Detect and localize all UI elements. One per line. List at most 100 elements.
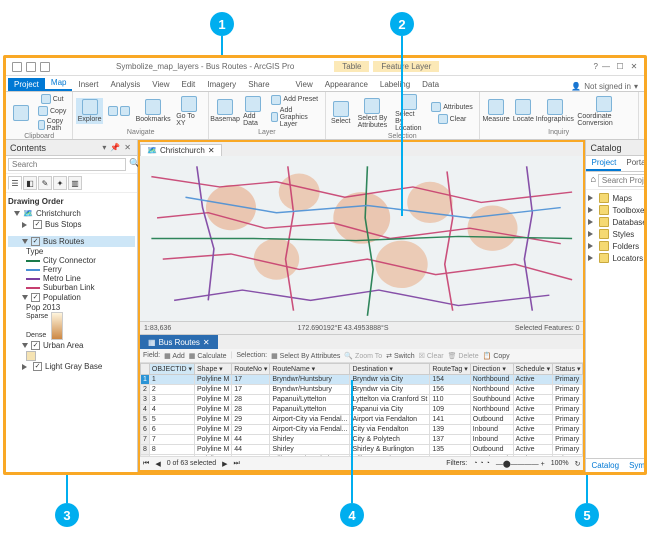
- toc-population[interactable]: ✓Population: [8, 292, 135, 303]
- add-graphics-button[interactable]: Add Graphics Layer: [268, 106, 322, 129]
- catalog-item-folders[interactable]: Folders: [588, 240, 644, 252]
- catalog-home-icon[interactable]: ⌂: [588, 174, 597, 187]
- tab-analysis[interactable]: Analysis: [104, 78, 146, 91]
- bookmarks-button[interactable]: Bookmarks: [135, 98, 171, 124]
- toc-bus-routes[interactable]: ✓Bus Routes: [8, 236, 135, 247]
- copy-path-button[interactable]: Copy Path: [35, 117, 69, 133]
- toc-tab-selection[interactable]: ✎: [38, 176, 52, 190]
- table-row[interactable]: 44Polyline M28Papanui/LytteltonPapanui v…: [141, 405, 583, 415]
- nav-last-icon[interactable]: ⏭: [234, 460, 240, 468]
- qat-undo-icon[interactable]: [26, 62, 36, 72]
- contents-close-icon[interactable]: ✕: [122, 143, 133, 152]
- col-schedule[interactable]: Schedule ▾: [513, 364, 553, 375]
- cut-button[interactable]: Cut: [35, 93, 69, 105]
- toc-tab-label[interactable]: ✦: [53, 176, 67, 190]
- col-shape[interactable]: Shape ▾: [194, 364, 231, 375]
- tab-share[interactable]: Share: [242, 78, 275, 91]
- col-routetag[interactable]: RouteTag ▾: [430, 364, 470, 375]
- map-tab[interactable]: 🗺️ Christchurch ✕: [140, 144, 222, 156]
- contents-search-input[interactable]: [8, 158, 126, 171]
- pause-button[interactable]: Pause: [642, 93, 644, 105]
- catalog-tab-portal[interactable]: Portal: [621, 156, 644, 171]
- add-data-button[interactable]: Add Data: [240, 95, 266, 128]
- tab-project[interactable]: Project: [8, 78, 45, 91]
- tab-view[interactable]: View: [146, 78, 175, 91]
- tab-insert[interactable]: Insert: [72, 78, 104, 91]
- toc-tab-snap[interactable]: ▥: [68, 176, 82, 190]
- copy-button[interactable]: Copy: [35, 105, 69, 117]
- tab-appearance[interactable]: Appearance: [319, 78, 374, 91]
- contents-pin-icon[interactable]: 📌: [108, 143, 122, 152]
- catalog-tab-project[interactable]: Project: [586, 156, 621, 171]
- attributes-button[interactable]: Attributes: [428, 101, 476, 113]
- basemap-button[interactable]: Basemap: [212, 98, 238, 124]
- view-unplaced-button[interactable]: View Unplaced: [642, 105, 644, 121]
- tab-table-view[interactable]: View: [290, 78, 319, 91]
- signin-status[interactable]: 👤 Not signed in ▾: [571, 82, 644, 91]
- contents-options-icon[interactable]: ▾: [100, 143, 108, 152]
- sel-by-attr-button[interactable]: ▦ Select By Attributes: [271, 352, 340, 360]
- copy-rows-button[interactable]: 📋 Copy: [483, 352, 510, 360]
- col-routeno[interactable]: RouteNo ▾: [232, 364, 270, 375]
- catalog-item-databases[interactable]: Databases: [588, 216, 644, 228]
- col-status[interactable]: Status ▾: [553, 364, 583, 375]
- filter-icons[interactable]: ◔ ◔ ◔: [473, 460, 490, 467]
- more-button[interactable]: More: [642, 121, 644, 133]
- table-row[interactable]: 66Polyline M29Airport-City via Fendal...…: [141, 425, 583, 435]
- delete-button[interactable]: 🗑 Delete: [448, 352, 479, 360]
- infographics-button[interactable]: Infographics: [537, 98, 572, 124]
- nav-prev-icon[interactable]: ◀: [155, 460, 160, 468]
- col-destination[interactable]: Destination ▾: [350, 364, 430, 375]
- toc-tab-source[interactable]: ◧: [23, 176, 37, 190]
- attr-tab-bus-routes[interactable]: ▦ Bus Routes ✕: [140, 335, 218, 349]
- goto-xy-button[interactable]: Go To XY: [173, 95, 205, 128]
- explore-button[interactable]: Explore: [76, 98, 103, 124]
- tab-map[interactable]: Map: [45, 76, 73, 91]
- help-button[interactable]: ?: [594, 62, 598, 72]
- select-by-attr-button[interactable]: Select By Attributes: [355, 97, 390, 130]
- clear-selection-button[interactable]: Clear: [428, 113, 476, 125]
- tab-edit[interactable]: Edit: [175, 78, 201, 91]
- qat-redo-icon[interactable]: [40, 62, 50, 72]
- nav-first-icon[interactable]: ⏮: [143, 460, 149, 468]
- measure-button[interactable]: Measure: [483, 98, 510, 124]
- minimize-button[interactable]: —: [600, 62, 612, 72]
- coord-conv-button[interactable]: Coordinate Conversion: [574, 95, 634, 128]
- catalog-item-styles[interactable]: Styles: [588, 228, 644, 240]
- map-view[interactable]: [140, 156, 583, 321]
- col-direction[interactable]: Direction ▾: [470, 364, 513, 375]
- nav-icons[interactable]: [105, 105, 133, 117]
- catalog-search-input[interactable]: [598, 174, 644, 187]
- tab-labeling[interactable]: Labeling: [374, 78, 416, 91]
- toc-basemap[interactable]: ✓Light Gray Base: [8, 361, 135, 372]
- table-row[interactable]: 55Polyline M29Airport-City via Fendal...…: [141, 415, 583, 425]
- toc-tab-drawing[interactable]: ☰: [8, 176, 22, 190]
- catalog-item-toolboxes[interactable]: Toolboxes: [588, 204, 644, 216]
- table-row[interactable]: 11Polyline M17Bryndwr/HuntsburyBryndwr v…: [141, 375, 583, 385]
- add-preset-button[interactable]: Add Preset: [268, 94, 322, 106]
- tab-data[interactable]: Data: [416, 78, 445, 91]
- catalog-bottom-symbology[interactable]: Symbology: [624, 459, 644, 472]
- catalog-bottom-catalog[interactable]: Catalog: [586, 459, 624, 472]
- switch-button[interactable]: ⇄ Switch: [386, 352, 414, 360]
- select-by-loc-button[interactable]: Select By Location: [392, 93, 426, 133]
- nav-next-icon[interactable]: ▶: [222, 460, 227, 468]
- attr-grid-scroll[interactable]: OBJECTID ▾Shape ▾RouteNo ▾RouteName ▾Des…: [140, 363, 583, 456]
- table-row[interactable]: 88Polyline M44ShirleyShirley & Burlingto…: [141, 445, 583, 455]
- map-scale[interactable]: 1:83,636: [144, 325, 171, 332]
- paste-button[interactable]: [9, 104, 33, 122]
- toc-map[interactable]: 🗺️Christchurch: [8, 208, 135, 219]
- table-row[interactable]: 22Polyline M17Bryndwr/HuntsburyBryndwr v…: [141, 385, 583, 395]
- add-field-button[interactable]: ▦ Add: [164, 352, 185, 360]
- calculate-button[interactable]: ▦ Calculate: [189, 352, 227, 360]
- catalog-item-locators[interactable]: Locators: [588, 252, 644, 264]
- table-row[interactable]: 77Polyline M44ShirleyCity & Polytech137I…: [141, 435, 583, 445]
- qat-save-icon[interactable]: [12, 62, 22, 72]
- close-button[interactable]: ✕: [628, 62, 640, 72]
- select-button[interactable]: Select: [329, 100, 353, 126]
- toc-urban[interactable]: ✓Urban Area: [8, 340, 135, 351]
- maximize-button[interactable]: ☐: [614, 62, 626, 72]
- toc-bus-stops[interactable]: ✓Bus Stops: [8, 219, 135, 230]
- table-row[interactable]: 33Polyline M28Papanui/LytteltonLyttelton…: [141, 395, 583, 405]
- tab-imagery[interactable]: Imagery: [201, 78, 242, 91]
